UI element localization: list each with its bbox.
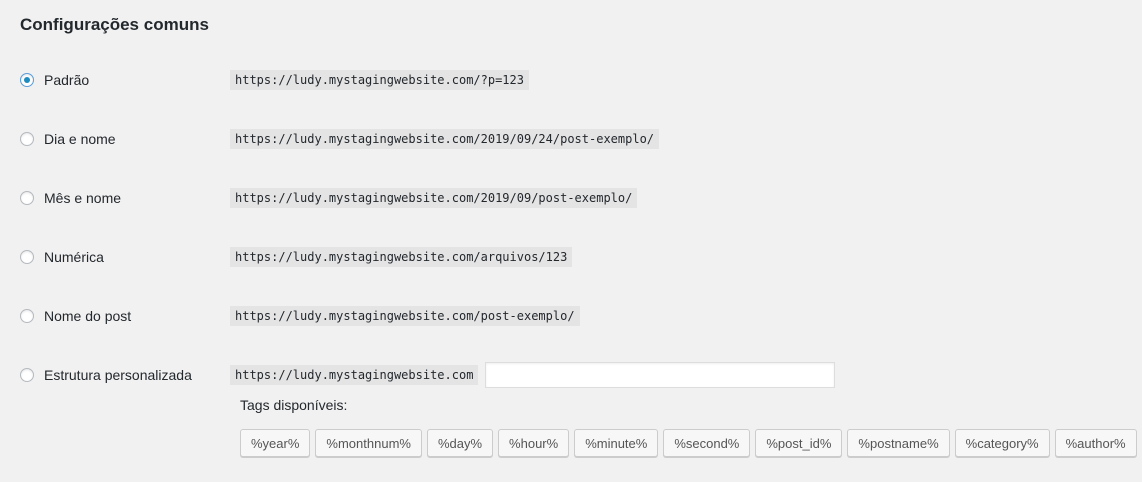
tag-button-postname[interactable]: %postname% <box>847 429 950 457</box>
option-label-nome-do-post[interactable]: Nome do post <box>44 308 230 324</box>
tag-button-day[interactable]: %day% <box>426 429 494 457</box>
example-url-nome-do-post: https://ludy.mystagingwebsite.com/post-e… <box>230 306 580 326</box>
tag-button-post-id[interactable]: %post_id% <box>755 429 843 457</box>
option-label-numerica[interactable]: Numérica <box>44 249 230 265</box>
option-label-padrao[interactable]: Padrão <box>44 72 230 88</box>
radio-numerica[interactable] <box>20 250 34 264</box>
custom-structure-input[interactable] <box>485 362 836 388</box>
tag-button-minute[interactable]: %minute% <box>574 429 659 457</box>
radio-dia-e-nome[interactable] <box>20 132 34 146</box>
radio-estrutura-personalizada[interactable] <box>20 368 34 382</box>
option-row-dia-e-nome[interactable]: Dia e nome https://ludy.mystagingwebsite… <box>20 127 1120 151</box>
option-row-estrutura-personalizada[interactable]: Estrutura personalizada https://ludy.mys… <box>20 362 1120 388</box>
example-url-mes-e-nome: https://ludy.mystagingwebsite.com/2019/0… <box>230 188 638 208</box>
example-url-numerica: https://ludy.mystagingwebsite.com/arquiv… <box>230 247 573 267</box>
radio-nome-do-post[interactable] <box>20 309 34 323</box>
tag-button-second[interactable]: %second% <box>663 429 751 457</box>
available-tags-label: Tags disponíveis: <box>240 397 348 413</box>
option-label-dia-e-nome[interactable]: Dia e nome <box>44 131 230 147</box>
base-url-prefix: https://ludy.mystagingwebsite.com <box>230 365 479 385</box>
tag-button-year[interactable]: %year% <box>240 429 311 457</box>
tag-button-hour[interactable]: %hour% <box>498 429 570 457</box>
option-label-estrutura-personalizada[interactable]: Estrutura personalizada <box>44 367 230 383</box>
option-row-padrao[interactable]: Padrão https://ludy.mystagingwebsite.com… <box>20 68 1120 92</box>
available-tags-list: %year% %monthnum% %day% %hour% %minute% … <box>240 429 1137 457</box>
option-label-mes-e-nome[interactable]: Mês e nome <box>44 190 230 206</box>
example-url-dia-e-nome: https://ludy.mystagingwebsite.com/2019/0… <box>230 129 660 149</box>
tag-button-category[interactable]: %category% <box>954 429 1050 457</box>
example-url-padrao: https://ludy.mystagingwebsite.com/?p=123 <box>230 70 529 90</box>
radio-padrao[interactable] <box>20 73 34 87</box>
option-row-nome-do-post[interactable]: Nome do post https://ludy.mystagingwebsi… <box>20 304 1120 328</box>
radio-mes-e-nome[interactable] <box>20 191 34 205</box>
tag-button-monthnum[interactable]: %monthnum% <box>315 429 422 457</box>
option-row-numerica[interactable]: Numérica https://ludy.mystagingwebsite.c… <box>20 245 1120 269</box>
option-row-mes-e-nome[interactable]: Mês e nome https://ludy.mystagingwebsite… <box>20 186 1120 210</box>
section-title: Configurações comuns <box>20 15 209 34</box>
tag-button-author[interactable]: %author% <box>1054 429 1137 457</box>
